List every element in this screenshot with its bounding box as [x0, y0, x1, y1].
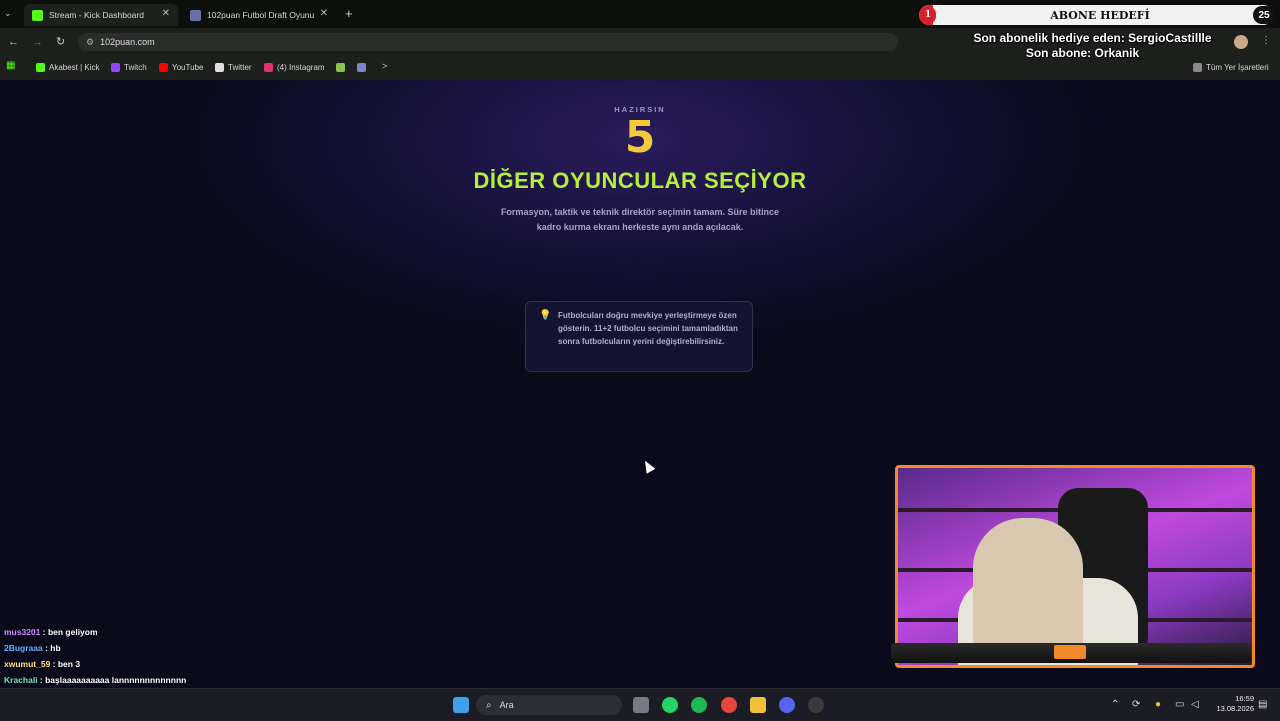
streamer-logo [1054, 645, 1086, 659]
discord-icon[interactable] [779, 697, 795, 713]
tab-102puan[interactable]: 102puan Futbol Draft Oyunu ✕ [182, 4, 336, 26]
sub-goal-target: 25 [1253, 6, 1275, 24]
bookmark-twitter[interactable]: Twitter [215, 61, 252, 73]
lightbulb-icon: 💡 [539, 310, 552, 321]
youtube-icon [159, 62, 168, 72]
bookmark-label: Twitter [228, 62, 252, 72]
chat-message: Krachali : başlaaaaaaaaaa lannnnnnnnnnnn… [0, 672, 324, 688]
tab-list-button[interactable]: ⌄ [4, 8, 18, 20]
chat-message: 2Bugraaa : hb [0, 640, 324, 656]
chat-text: : ben 3 [50, 659, 81, 669]
kick-tab-icon [32, 9, 43, 21]
chat-username: mus3201 [4, 627, 41, 637]
bookmark-label: Akabest | Kick [49, 62, 100, 72]
network-icon[interactable]: ▭ [1175, 699, 1184, 710]
windows-start-icon[interactable] [453, 697, 469, 713]
webcam-feed [895, 465, 1255, 668]
close-tab-icon[interactable]: ✕ [162, 8, 170, 19]
bookmark-youtube[interactable]: YouTube [159, 61, 203, 73]
globe-tab-icon [190, 9, 201, 21]
twitch-icon [111, 62, 120, 72]
bookmark-extra-1[interactable] [336, 61, 349, 73]
all-bookmarks[interactable]: Tüm Yer İşaretleri [1193, 61, 1269, 73]
sub-goal-current: 1 [920, 6, 936, 24]
search-icon: ⌕ [486, 699, 492, 711]
bookmark-label: YouTube [172, 62, 204, 72]
bookmark-akabest[interactable]: Akabest | Kick [36, 61, 100, 73]
search-placeholder: Ara [499, 700, 514, 710]
app-icon [336, 62, 345, 72]
instagram-icon [264, 62, 273, 72]
sub-goal-title: ABONE HEDEFİ [1050, 9, 1150, 22]
task-view-icon[interactable] [633, 697, 649, 713]
last-gift-sub: Son abonelik hediye eden: SergioCastilll… [973, 31, 1212, 45]
chat-username: 2Bugraaa [4, 643, 43, 653]
forward-icon[interactable]: → [32, 36, 43, 48]
more-bookmarks-icon[interactable]: > [382, 61, 387, 71]
taskbar-search[interactable]: ⌕ Ara [476, 695, 622, 715]
sync-icon[interactable]: ⟳ [1132, 699, 1140, 710]
bookmark-label: (4) Instagram [277, 62, 325, 72]
tip-text: Futbolcuları doğru mevkiye yerleştirmeye… [558, 311, 738, 346]
spotify-icon[interactable] [691, 697, 707, 713]
clock-date: 13.08.2026 [1216, 704, 1254, 713]
chat-message: xwumut_59 : ben 3 [0, 656, 324, 672]
chat-text: : ben geliyom [40, 627, 98, 637]
taskbar-clock[interactable]: 16:59 13.08.2026 [1206, 694, 1254, 714]
obs-icon[interactable] [808, 697, 824, 713]
all-bookmarks-label: Tüm Yer İşaretleri [1206, 62, 1269, 72]
chat-text: : başlaaaaaaaaaa lannnnnnnnnnnnn [37, 675, 187, 685]
last-subscriber: Son abone: Orkanik [1025, 46, 1140, 60]
notification-icon[interactable]: ▤ [1258, 699, 1267, 710]
whatsapp-icon[interactable] [662, 697, 678, 713]
tab-title: Stream - Kick Dashboard [49, 10, 144, 20]
tab-kick-dashboard[interactable]: Stream - Kick Dashboard ✕ [24, 4, 178, 26]
chat-username: xwumut_59 [4, 659, 51, 669]
chrome-icon[interactable] [721, 697, 737, 713]
tab-title: 102puan Futbol Draft Oyunu [207, 10, 315, 20]
x-icon [215, 62, 224, 72]
page-title: DİĞER OYUNCULAR SEÇİYOR [473, 168, 807, 193]
microphone-icon[interactable]: ● [1155, 699, 1161, 710]
bookmark-extra-2[interactable] [357, 61, 370, 73]
close-tab-icon[interactable]: ✕ [320, 8, 328, 19]
url-field[interactable]: ⚙ 102puan.com [78, 33, 898, 51]
streamer-head [973, 518, 1083, 658]
chat-message: mus3201 : ben geliyom [0, 624, 324, 640]
kick-icon [36, 62, 45, 72]
page-subtitle: Formasyon, taktik ve teknik direktör seç… [500, 207, 780, 232]
site-info-icon[interactable]: ⚙ [86, 37, 94, 48]
folder-icon [1193, 62, 1202, 72]
clock-time: 16:59 [1235, 694, 1254, 703]
app-icon [357, 62, 366, 72]
bookmark-instagram[interactable]: (4) Instagram [264, 61, 325, 73]
chat-text: : hb [42, 643, 61, 653]
volume-icon[interactable]: ◁ [1191, 699, 1199, 710]
file-explorer-icon[interactable] [750, 697, 766, 713]
profile-avatar[interactable] [1234, 35, 1248, 49]
reload-icon[interactable]: ↻ [56, 35, 65, 48]
back-icon[interactable]: ← [8, 36, 19, 48]
chat-username: Krachali [4, 675, 38, 685]
bookmark-label: Twitch [124, 62, 147, 72]
apps-icon[interactable]: ▦ [6, 60, 15, 71]
bookmark-twitch[interactable]: Twitch [111, 61, 147, 73]
url-text: 102puan.com [100, 37, 155, 47]
countdown-number: 5 [624, 112, 656, 163]
new-tab-button[interactable]: + [345, 6, 353, 21]
menu-icon[interactable]: ⋮ [1261, 35, 1271, 46]
show-hidden-icons[interactable]: ⌃ [1111, 699, 1119, 710]
